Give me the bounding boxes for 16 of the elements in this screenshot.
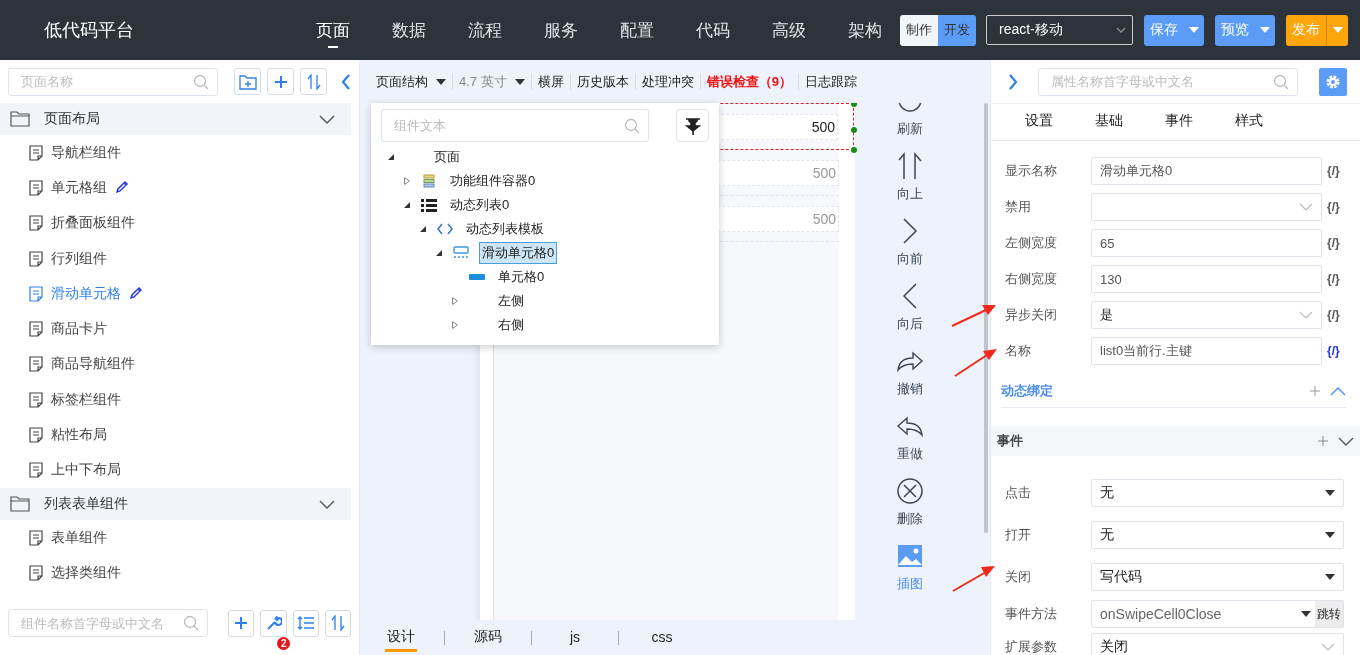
- event-label: 扩展参数: [1005, 638, 1058, 655]
- property-label: 异步关闭: [1005, 306, 1058, 324]
- event-label: 打开: [1005, 526, 1032, 544]
- event-label: 关闭: [1005, 568, 1032, 586]
- property-label: 禁用: [1005, 198, 1032, 216]
- property-label: 左侧宽度: [1005, 234, 1058, 252]
- count-badge: 2: [277, 636, 291, 650]
- group-label: 页面布局: [44, 110, 101, 128]
- section-title: 事件: [997, 432, 1024, 450]
- property-label: 名称: [1005, 342, 1032, 360]
- event-label: 事件方法: [1005, 605, 1058, 623]
- group-label: 列表表单组件: [44, 494, 129, 513]
- event-label: 点击: [1005, 484, 1032, 502]
- app-title: 低代码平台: [44, 19, 135, 42]
- property-label: 显示名称: [1005, 162, 1058, 180]
- property-label: 右侧宽度: [1005, 270, 1058, 288]
